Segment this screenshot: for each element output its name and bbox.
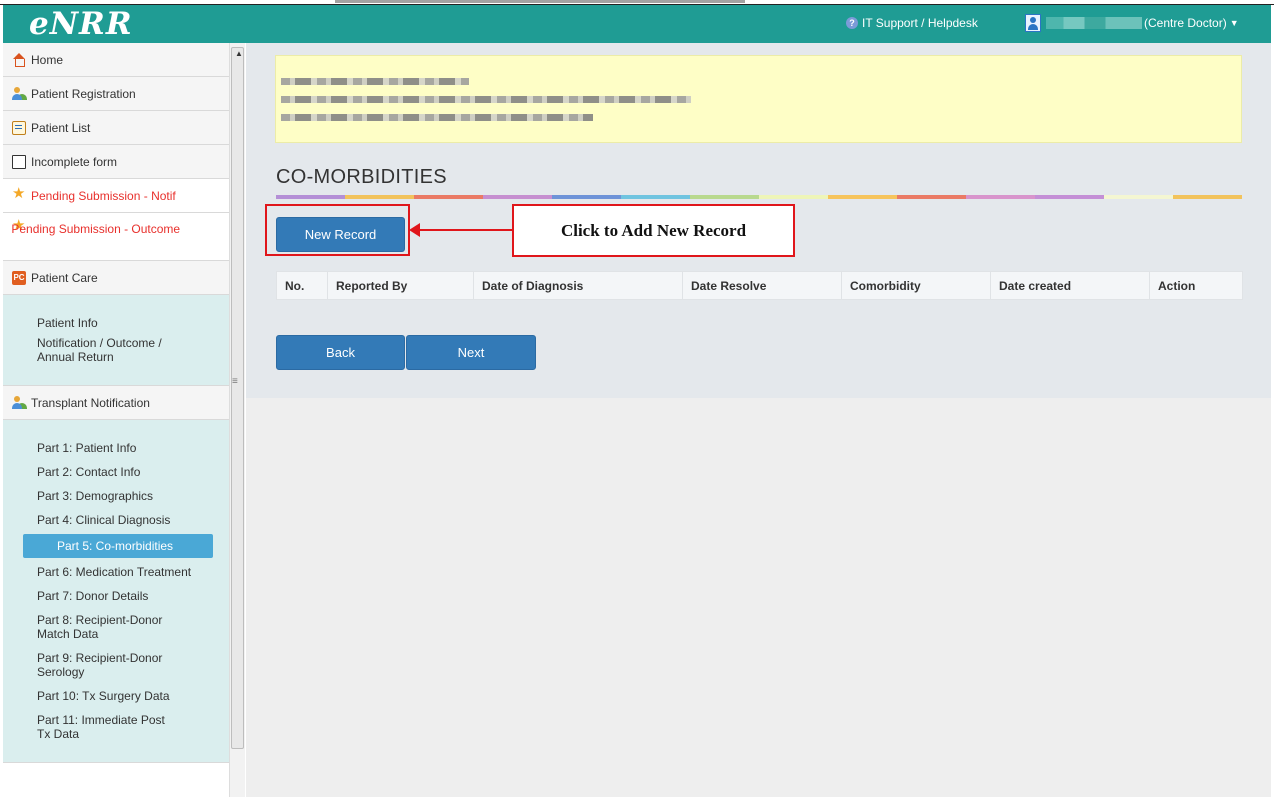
comorbidities-table: No. Reported By Date of Diagnosis Date R…: [276, 271, 1243, 300]
transplant-parts-submenu: Part 1: Patient Info Part 2: Contact Inf…: [3, 420, 229, 763]
next-button[interactable]: Next: [406, 335, 536, 370]
sidebar-item-patient-list[interactable]: Patient List: [3, 111, 229, 145]
sidebar-scrollbar[interactable]: ▲: [231, 47, 244, 749]
col-comorbidity: Comorbidity: [841, 271, 991, 300]
list-icon: [12, 120, 26, 135]
annotation-callout: Click to Add New Record: [512, 204, 795, 257]
sidebar-item-pending-notif[interactable]: Pending Submission - Notif: [3, 179, 229, 213]
help-icon: ?: [846, 17, 858, 29]
part-2-link[interactable]: Part 2: Contact Info: [3, 460, 229, 484]
sidebar-subitem-patient-info[interactable]: Patient Info: [3, 313, 229, 333]
sidebar-item-transplant-notification[interactable]: Transplant Notification: [3, 386, 229, 420]
app-logo[interactable]: eNRR: [29, 6, 133, 42]
part-9-link[interactable]: Part 9: Recipient-Donor Serology: [3, 646, 229, 684]
users-icon: [12, 86, 26, 101]
user-name-redacted: [1046, 17, 1142, 29]
sidebar-item-patient-care[interactable]: PC Patient Care: [3, 261, 229, 295]
patient-care-submenu: Patient Info Notification / Outcome / An…: [3, 295, 229, 386]
chevron-down-icon: ▼: [1229, 18, 1239, 28]
part-5-link-active[interactable]: Part 5: Co-morbidities: [23, 534, 213, 558]
part-8-link[interactable]: Part 8: Recipient-Donor Match Data: [3, 608, 229, 646]
document-heading-fragment: [335, 0, 745, 3]
sidebar-splitter[interactable]: ▲ ≡: [229, 43, 245, 797]
table-header-row: No. Reported By Date of Diagnosis Date R…: [276, 271, 1243, 300]
helpdesk-label: IT Support / Helpdesk: [862, 16, 978, 30]
col-reported-by: Reported By: [327, 271, 474, 300]
sidebar-item-incomplete-form[interactable]: Incomplete form: [3, 145, 229, 179]
home-icon: [12, 52, 26, 67]
part-4-link[interactable]: Part 4: Clinical Diagnosis: [3, 508, 229, 532]
patient-info-banner-redacted: [275, 55, 1242, 143]
page-title: CO-MORBIDITIES: [276, 166, 447, 188]
form-icon: [12, 154, 26, 169]
title-divider: [276, 195, 1242, 199]
col-date-created: Date created: [990, 271, 1150, 300]
part-7-link[interactable]: Part 7: Donor Details: [3, 584, 229, 608]
part-6-link[interactable]: Part 6: Medication Treatment: [3, 560, 229, 584]
helpdesk-link[interactable]: ? IT Support / Helpdesk: [846, 16, 978, 30]
col-action: Action: [1149, 271, 1243, 300]
sidebar: Home Patient Registration Patient List I…: [3, 43, 229, 797]
back-button[interactable]: Back: [276, 335, 405, 370]
sidebar-subitem-notification-outcome[interactable]: Notification / Outcome / Annual Return: [3, 333, 229, 367]
annotation-highlight-box: [265, 204, 410, 256]
patient-care-icon: PC: [12, 270, 26, 285]
col-no: No.: [276, 271, 328, 300]
user-icon: [1025, 14, 1041, 32]
top-navbar: eNRR ? IT Support / Helpdesk (Centre Doc…: [3, 5, 1271, 43]
part-11-link[interactable]: Part 11: Immediate Post Tx Data: [3, 708, 229, 746]
sidebar-item-home[interactable]: Home: [3, 43, 229, 77]
col-date-resolve: Date Resolve: [682, 271, 842, 300]
sidebar-item-pending-outcome[interactable]: Pending Submission - Outcome: [3, 213, 229, 261]
col-date-diagnosis: Date of Diagnosis: [473, 271, 683, 300]
part-3-link[interactable]: Part 3: Demographics: [3, 484, 229, 508]
sidebar-item-patient-registration[interactable]: Patient Registration: [3, 77, 229, 111]
users-icon: [12, 395, 26, 410]
scroll-up-arrow-icon[interactable]: ▲: [235, 49, 243, 58]
annotation-arrow: [409, 223, 512, 237]
part-10-link[interactable]: Part 10: Tx Surgery Data: [3, 684, 229, 708]
user-role: (Centre Doctor): [1144, 16, 1227, 30]
comorbidities-panel: CO-MORBIDITIES New Record Click to Add N…: [246, 43, 1271, 398]
resize-grip-icon[interactable]: ≡: [232, 376, 238, 387]
part-1-link[interactable]: Part 1: Patient Info: [3, 436, 229, 460]
star-icon: [12, 186, 26, 203]
main-content: CO-MORBIDITIES New Record Click to Add N…: [246, 43, 1271, 797]
user-menu[interactable]: (Centre Doctor) ▼: [1025, 13, 1239, 33]
